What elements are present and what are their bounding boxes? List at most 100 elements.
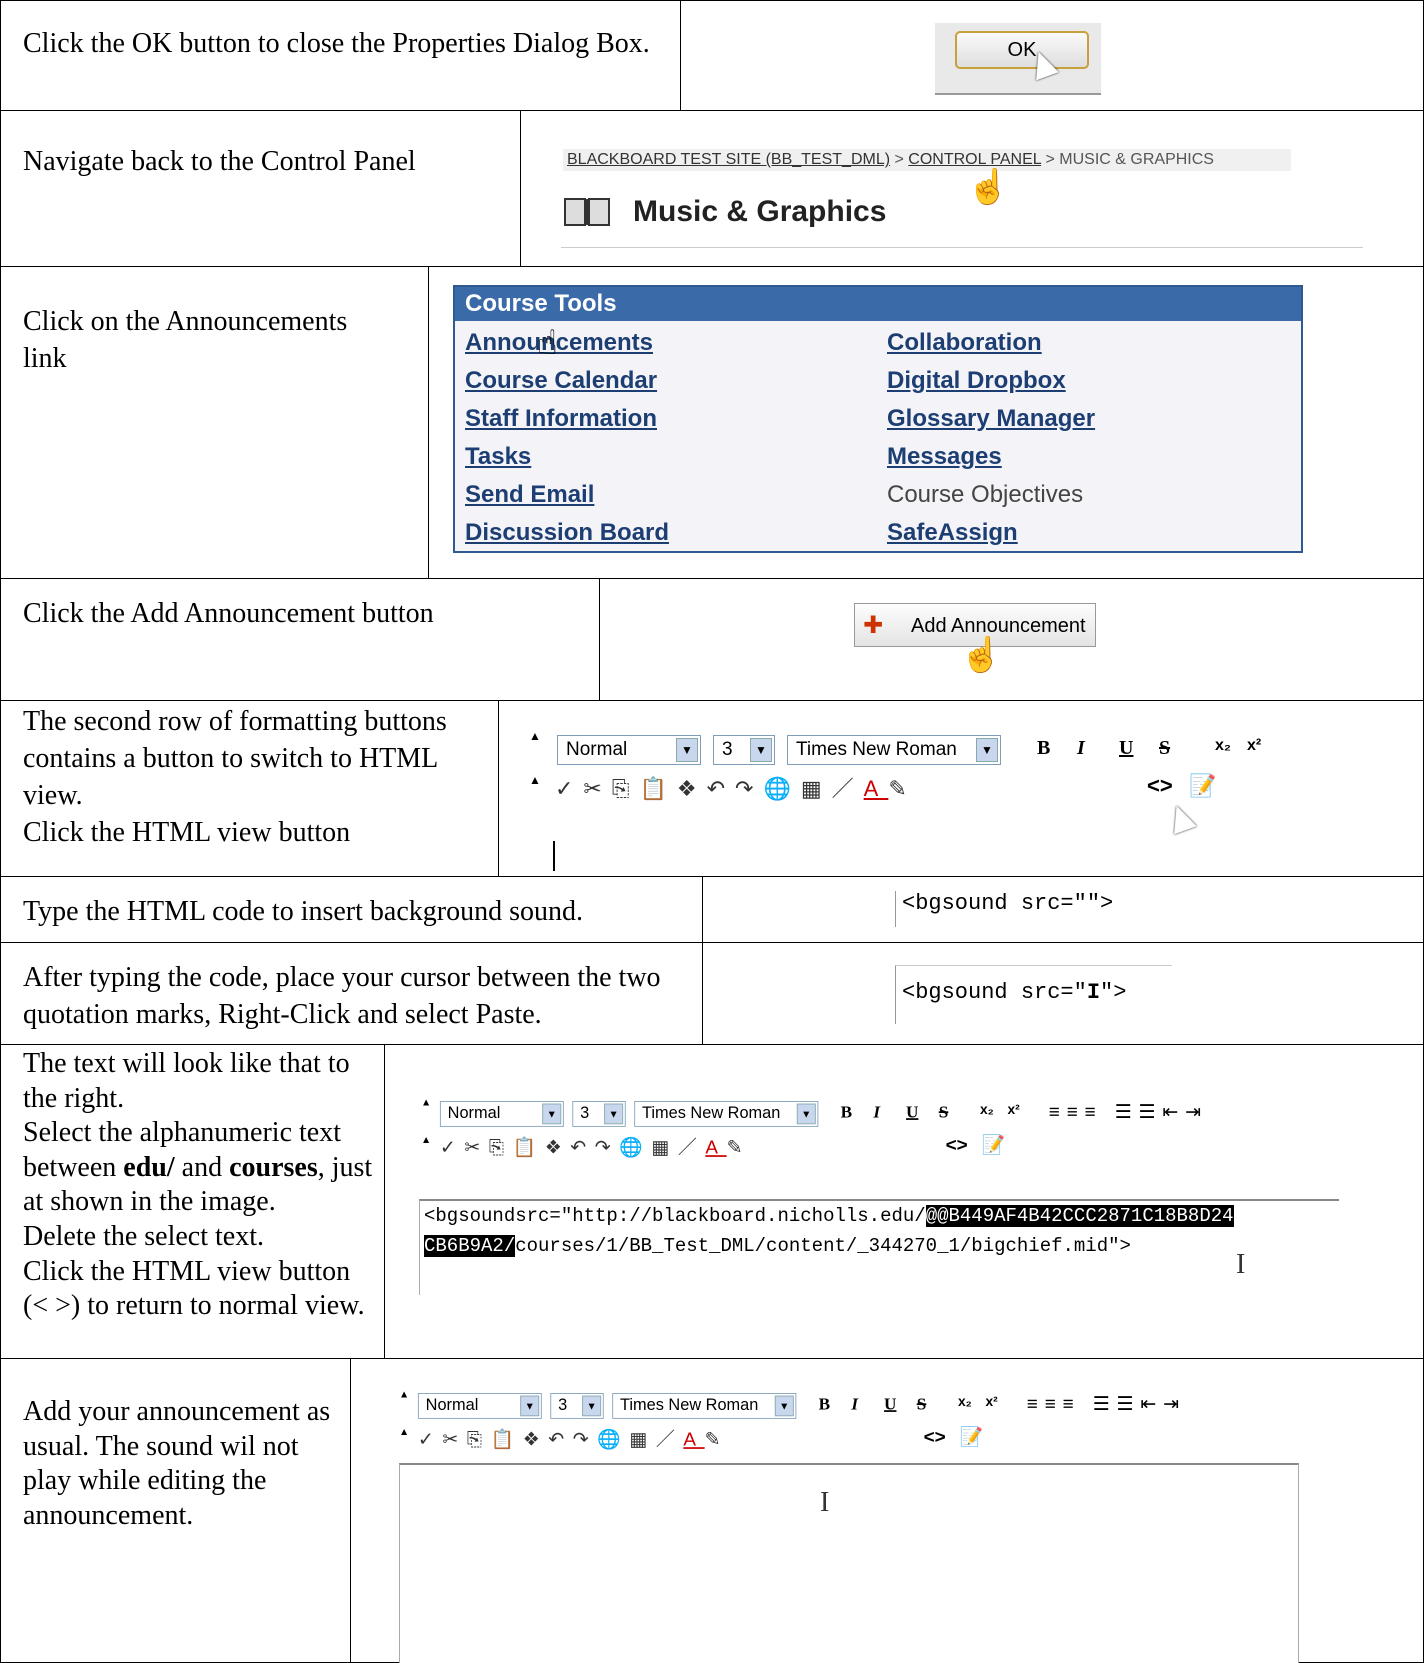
link-tasks[interactable]: Tasks (465, 443, 531, 471)
step-text: Click the Add Announcement button (1, 579, 601, 700)
format-select[interactable]: Normal ▼ (439, 1101, 564, 1127)
font-select[interactable]: Times New Roman ▼ (787, 735, 1001, 765)
step-image: <bgsound src=""> (702, 877, 1423, 942)
step-image: BLACKBOARD TEST SITE (BB_TEST_DML) > CON… (520, 111, 1423, 266)
text-cursor (553, 841, 555, 871)
step-text: After typing the code, place your cursor… (1, 943, 703, 1044)
underline-icon[interactable]: U (906, 1103, 918, 1123)
font-select[interactable]: Times New Roman ▼ (634, 1101, 819, 1127)
code-line-2: CB6B9A2/courses/1/BB_Test_DML/content/_3… (424, 1235, 1131, 1257)
step-text: Click the OK button to close the Propert… (1, 1, 681, 110)
breadcrumb-current: MUSIC & GRAPHICS (1059, 151, 1214, 168)
size-select[interactable]: 3 ▼ (713, 735, 775, 765)
step-row-4: Click the Add Announcement button ✚ Add … (0, 578, 1424, 700)
link-glossary-manager[interactable]: Glossary Manager (887, 405, 1095, 433)
link-staff-information[interactable]: Staff Information (465, 405, 657, 433)
editor-toolbar: ▲ Normal ▼ 3 ▼ Times New Roman ▼ B I U S x₂… (529, 729, 1424, 855)
subscript-icon[interactable]: x₂ (1215, 737, 1231, 755)
underline-icon[interactable]: U (884, 1395, 896, 1415)
link-digital-dropbox[interactable]: Digital Dropbox (887, 367, 1066, 395)
step-9-text: Add your announcement as usual. The soun… (23, 1396, 331, 1531)
code-empty-bgsound: <bgsound src=""> (902, 891, 1114, 916)
step-image: Course Tools Announcements Course Calend… (428, 267, 1423, 578)
step-1-text: Click the OK button to close the Propert… (23, 28, 650, 59)
breadcrumb-control-panel-link[interactable]: CONTROL PANEL (908, 151, 1041, 168)
step-row-7: After typing the code, place your cursor… (0, 942, 1424, 1044)
step-8-line-1: The text will look like that to the righ… (23, 1048, 350, 1114)
html-view-button[interactable]: <> (946, 1134, 968, 1156)
code-box: <bgsound src="I"> (895, 965, 1172, 1024)
link-collaboration[interactable]: Collaboration (887, 329, 1042, 357)
step-image: ✚ Add Announcement ☝ (599, 579, 1423, 700)
ibeam-cursor-icon: I (820, 1487, 830, 1518)
ok-button[interactable]: OK (955, 31, 1089, 69)
page-title: Music & Graphics (633, 195, 887, 228)
html-editor-area[interactable]: <bgsoundsrc="http://blackboard.nicholls.… (419, 1199, 1339, 1295)
bold-icon[interactable]: B (1037, 737, 1050, 760)
step-row-3: Click on the Announcements link Course T… (0, 266, 1424, 578)
align-icons[interactable]: ≡≡≡ ☰☰⇤⇥ (1027, 1393, 1186, 1415)
link-messages[interactable]: Messages (887, 443, 1002, 471)
step-row-9: Add your announcement as usual. The soun… (0, 1358, 1424, 1663)
second-row-icons: ✓✂⎘📋❖↶↷🌐▦／A✎ (417, 1428, 730, 1450)
size-select[interactable]: 3 ▼ (572, 1101, 626, 1127)
subscript-icon[interactable]: x₂ (980, 1103, 994, 1118)
second-row-icons: ✓✂⎘📋❖↶↷🌐▦／A✎ (555, 776, 917, 801)
strikethrough-icon[interactable]: S (1159, 737, 1170, 760)
strikethrough-icon[interactable]: S (939, 1103, 949, 1123)
step-5-text-b: Click the HTML view button (23, 817, 351, 848)
step-text: The second row of formatting buttons con… (1, 701, 499, 876)
size-select[interactable]: 3 ▼ (550, 1393, 604, 1419)
hand-cursor-icon: ☝ (967, 169, 1010, 206)
superscript-icon[interactable]: x² (1247, 737, 1261, 755)
breadcrumb-site-link[interactable]: BLACKBOARD TEST SITE (BB_TEST_DML) (567, 151, 890, 168)
step-image: <bgsound src="I"> (702, 943, 1423, 1044)
second-row-icons: ✓✂⎘📋❖↶↷🌐▦／A✎ (439, 1136, 752, 1158)
html-view-button[interactable]: <> (1147, 773, 1173, 799)
code-box: <bgsound src=""> (895, 891, 1113, 927)
link-announcements[interactable]: Announcements (465, 329, 653, 357)
superscript-icon[interactable]: x² (1008, 1103, 1020, 1118)
align-icons[interactable]: ≡≡≡ ☰☰⇤⇥ (1049, 1101, 1208, 1123)
wysiwyg-editor-area[interactable]: I (399, 1463, 1299, 1663)
italic-icon[interactable]: I (1077, 737, 1085, 760)
spellcheck-icon[interactable]: 📝 (982, 1134, 1006, 1156)
link-safeassign[interactable]: SafeAssign (887, 519, 1018, 547)
editor-toolbar: ▲ Normal ▼ 3 ▼ Times New Roman ▼ B I U S x₂… (399, 1387, 1186, 1450)
step-text: Navigate back to the Control Panel (1, 111, 521, 266)
editor-toolbar: ▲ Normal ▼ 3 ▼ Times New Roman ▼ B I U S x₂… (421, 1095, 1208, 1158)
bold-icon[interactable]: B (819, 1395, 830, 1415)
subscript-icon[interactable]: x₂ (958, 1395, 972, 1410)
spellcheck-icon[interactable]: 📝 (1189, 773, 1216, 799)
underline-icon[interactable]: U (1119, 737, 1133, 760)
italic-icon[interactable]: I (873, 1103, 880, 1123)
step-text: Type the HTML code to insert background … (1, 877, 703, 942)
link-course-calendar[interactable]: Course Calendar (465, 367, 657, 395)
hand-cursor-icon: ☝ (960, 637, 1003, 674)
format-select[interactable]: Normal ▼ (557, 735, 701, 765)
superscript-icon[interactable]: x² (986, 1395, 998, 1410)
step-row-2: Navigate back to the Control Panel BLACK… (0, 110, 1424, 266)
course-tools-header: Course Tools (455, 287, 1301, 321)
step-3-text: Click on the Announcements link (23, 306, 348, 374)
step-5-text-a: The second row of formatting buttons con… (23, 706, 447, 811)
link-send-email[interactable]: Send Email (465, 481, 594, 509)
format-select[interactable]: Normal ▼ (417, 1393, 542, 1419)
course-tools-panel: Course Tools Announcements Course Calend… (453, 285, 1303, 553)
ibeam-cursor-icon: I (1236, 1249, 1246, 1280)
strikethrough-icon[interactable]: S (917, 1395, 927, 1415)
step-8-line-4: Click the HTML view button (< >) to retu… (23, 1255, 365, 1322)
font-select[interactable]: Times New Roman ▼ (612, 1393, 797, 1419)
spellcheck-icon[interactable]: 📝 (960, 1426, 984, 1448)
code-line-1: <bgsoundsrc="http://blackboard.nicholls.… (424, 1205, 1234, 1227)
html-view-button[interactable]: <> (924, 1426, 946, 1448)
link-discussion-board[interactable]: Discussion Board (465, 519, 669, 547)
bold-icon[interactable]: B (841, 1103, 852, 1123)
divider (561, 247, 1363, 248)
step-text: Click on the Announcements link (1, 267, 429, 578)
hand-cursor-icon: ☝ (537, 324, 558, 362)
course-objectives-label: Course Objectives (887, 481, 1084, 508)
breadcrumb: BLACKBOARD TEST SITE (BB_TEST_DML) > CON… (563, 149, 1291, 171)
code-with-cursor: <bgsound src="I"> (902, 980, 1127, 1005)
italic-icon[interactable]: I (851, 1395, 858, 1415)
